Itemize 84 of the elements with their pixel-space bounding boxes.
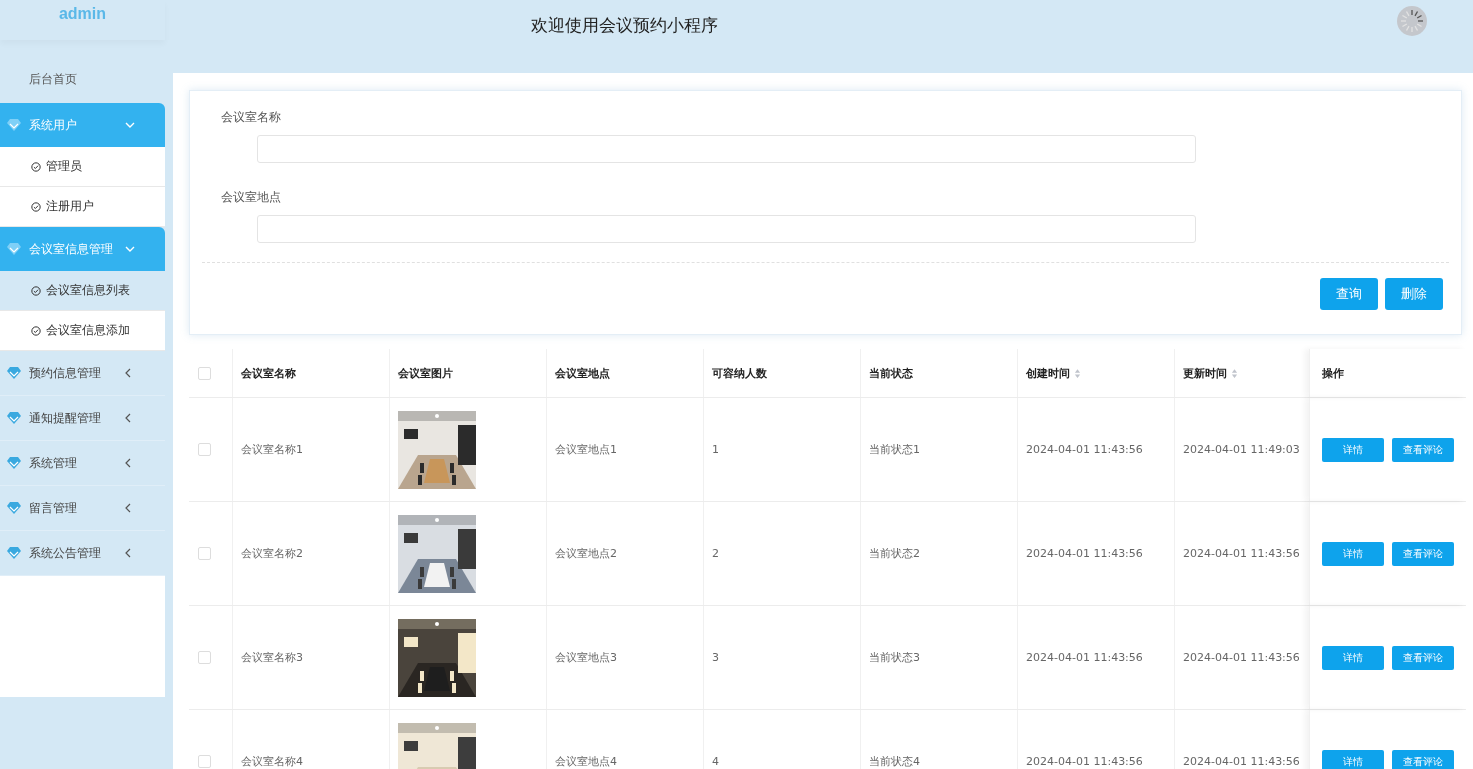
chevron-left-icon (125, 368, 131, 378)
table-cell: 当前状态1 (869, 442, 920, 457)
table-cell: 2024-04-01 11:43:56 (1026, 755, 1143, 768)
view-comments-button[interactable]: 查看评论 (1392, 645, 1454, 670)
table-cell: 会议室地点3 (555, 650, 617, 665)
table-cell: 会议室地点1 (555, 442, 617, 457)
chevron-left-icon (125, 413, 131, 423)
table-cell: 3 (712, 651, 719, 664)
column-header: 可容纳人数 (712, 365, 767, 381)
search-button[interactable]: 查询 (1320, 278, 1378, 310)
checkbox[interactable] (198, 755, 211, 768)
sort-icon[interactable] (1231, 367, 1238, 379)
checkbox[interactable] (198, 443, 211, 456)
view-comments-button[interactable]: 查看评论 (1392, 437, 1454, 462)
details-button[interactable]: 详情 (1322, 749, 1384, 769)
page-title: 欢迎使用会议预约小程序 (531, 14, 718, 37)
sidebar-item[interactable]: 后台首页 (0, 55, 165, 103)
table-cell: 2024-04-01 11:43:56 (1183, 755, 1300, 768)
field-label: 会议室地点 (220, 189, 282, 206)
table-cell: 会议室名称1 (241, 442, 303, 457)
column-header: 更新时间 (1183, 365, 1227, 381)
table-cell: 当前状态2 (869, 546, 920, 561)
table-cell: 会议室地点2 (555, 546, 617, 561)
sidebar-subitem[interactable]: 注册用户 (0, 187, 165, 227)
view-comments-button[interactable]: 查看评论 (1392, 541, 1454, 566)
check-circle-icon (31, 285, 41, 296)
diamond-icon (7, 502, 21, 514)
column-header: 会议室名称 (241, 365, 296, 381)
chevron-left-icon (125, 503, 131, 513)
table-cell: 2024-04-01 11:49:03 (1183, 443, 1300, 456)
diamond-icon (7, 243, 21, 255)
diamond-icon (7, 457, 21, 469)
checkbox[interactable] (198, 651, 211, 664)
input-field[interactable] (257, 215, 1196, 243)
check-circle-icon (31, 161, 41, 172)
column-header: 创建时间 (1026, 365, 1070, 381)
sidebar-group[interactable]: 留言管理 (0, 486, 165, 531)
sidebar-subitem[interactable]: 会议室信息添加 (0, 311, 165, 351)
sidebar-group[interactable]: 会议室信息管理 (0, 227, 165, 271)
table-cell: 会议室名称3 (241, 650, 303, 665)
sidebar-group[interactable]: 预约信息管理 (0, 351, 165, 396)
delete-button[interactable]: 删除 (1385, 278, 1443, 310)
sort-icon[interactable] (1074, 367, 1081, 379)
table-cell: 会议室名称2 (241, 546, 303, 561)
diamond-icon (7, 119, 21, 131)
checkbox[interactable] (198, 366, 211, 380)
diamond-icon (7, 367, 21, 379)
check-circle-icon (31, 201, 41, 212)
column-header: 当前状态 (869, 365, 913, 381)
sidebar-group[interactable]: 通知提醒管理 (0, 396, 165, 441)
view-comments-button[interactable]: 查看评论 (1392, 749, 1454, 769)
column-header: 操作 (1322, 365, 1344, 381)
check-circle-icon (31, 325, 41, 336)
table-cell: 2024-04-01 11:43:56 (1026, 547, 1143, 560)
input-field[interactable] (257, 135, 1196, 163)
brand-name: admin (58, 5, 107, 23)
sidebar-group[interactable]: 系统用户 (0, 103, 165, 147)
chevron-left-icon (125, 458, 131, 468)
column-header: 会议室地点 (555, 365, 610, 381)
chevron-down-icon (125, 122, 135, 128)
table-cell: 2024-04-01 11:43:56 (1183, 547, 1300, 560)
details-button[interactable]: 详情 (1322, 645, 1384, 670)
table-cell: 2024-04-01 11:43:56 (1183, 651, 1300, 664)
chevron-down-icon (125, 246, 135, 252)
table-cell: 2024-04-01 11:43:56 (1026, 651, 1143, 664)
table-cell: 当前状态3 (869, 650, 920, 665)
table-cell: 2 (712, 547, 719, 560)
details-button[interactable]: 详情 (1322, 541, 1384, 566)
details-button[interactable]: 详情 (1322, 437, 1384, 462)
diamond-icon (7, 412, 21, 424)
sidebar-subitem[interactable]: 管理员 (0, 147, 165, 187)
table-cell: 2024-04-01 11:43:56 (1026, 443, 1143, 456)
table-cell: 会议室名称4 (241, 754, 303, 769)
loading-spinner-icon (1397, 6, 1427, 36)
table-cell: 4 (712, 755, 719, 768)
diamond-icon (7, 547, 21, 559)
column-header: 会议室图片 (398, 365, 453, 381)
table-cell: 会议室地点4 (555, 754, 617, 769)
sidebar-group[interactable]: 系统管理 (0, 441, 165, 486)
checkbox[interactable] (198, 547, 211, 560)
field-label: 会议室名称 (220, 109, 282, 126)
table-cell: 1 (712, 443, 719, 456)
chevron-left-icon (125, 548, 131, 558)
table-cell: 当前状态4 (869, 754, 920, 769)
